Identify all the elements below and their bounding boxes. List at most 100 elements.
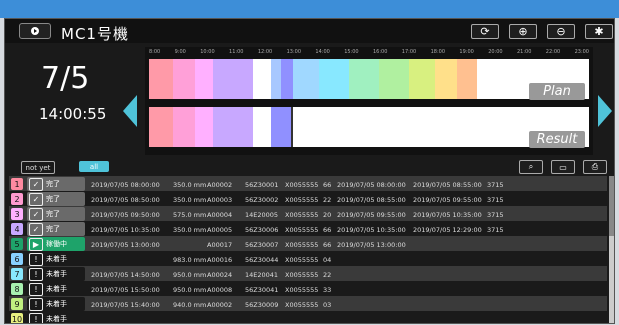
list-row[interactable]: 10! 未着手 <box>9 311 607 323</box>
cell-planned: 2019/07/05 09:50:00 <box>91 211 160 219</box>
status-badge[interactable]: ✓ 完了 <box>27 207 85 221</box>
cell-planned: 2019/07/05 08:50:00 <box>91 196 160 204</box>
zoom-out-button[interactable]: ⊖ <box>547 24 575 39</box>
cell-end: 2019/07/05 09:55:00 <box>413 196 482 204</box>
filter-all-button[interactable]: all <box>79 161 109 172</box>
tick-label: 18:00 <box>430 49 446 55</box>
search-button[interactable]: ⌕ <box>519 160 543 174</box>
status-label: 未着手 <box>46 300 67 308</box>
tick-label: 22:00 <box>545 49 561 55</box>
timeline-ticks: 8:00 9:00 10:00 11:00 12:00 13:00 14:00 15:00 16… <box>149 49 589 57</box>
tick-label: 16:00 <box>373 49 388 55</box>
cell-n: 66 <box>323 241 332 249</box>
status-badge[interactable]: ! 未着手 <box>27 267 85 281</box>
filter-not-yet-button[interactable]: not yet <box>21 161 55 174</box>
header: MC1号機 ⟳ ⊕ ⊖ ✱ <box>5 19 614 43</box>
scrollbar-thumb[interactable] <box>609 176 614 236</box>
status-badge[interactable]: ▶ 稼働中 <box>27 237 85 251</box>
status-label: 未着手 <box>46 285 67 293</box>
cell-planned: 2019/07/05 08:00:00 <box>91 181 160 189</box>
cell-n: 66 <box>323 181 332 189</box>
row-index: 2 <box>11 193 23 205</box>
status-label: 稼働中 <box>46 240 67 248</box>
cell-planned: 2019/07/05 10:35:00 <box>91 226 160 234</box>
zoom-in-button[interactable]: ⊕ <box>509 24 537 39</box>
cell-part: 56Z30007 <box>245 241 279 249</box>
status-badge[interactable]: ✓ 完了 <box>27 192 85 206</box>
cell-part: 56Z30006 <box>245 226 279 234</box>
gear-icon: ✱ <box>594 25 604 38</box>
cell-qty: 350.0 mm <box>173 196 207 204</box>
cell-code: A00008 <box>207 286 233 294</box>
play-circle-icon <box>31 27 39 35</box>
tick-label: 14:00 <box>315 49 330 55</box>
cell-start: 2019/07/05 08:55:00 <box>337 196 406 204</box>
cell-qty: 950.0 mm <box>173 286 207 294</box>
cell-part: 56Z30044 <box>245 256 279 264</box>
export-button[interactable]: ▭ <box>551 160 575 174</box>
refresh-button[interactable]: ⟳ <box>471 24 499 39</box>
status-badge[interactable]: ✓ 完了 <box>27 177 85 191</box>
status-badge[interactable]: ! 未着手 <box>27 252 85 266</box>
status-label: 未着手 <box>46 315 67 323</box>
alert-icon: ! <box>29 297 43 311</box>
cell-end: 2019/07/05 12:29:00 <box>413 226 482 234</box>
check-icon: ✓ <box>29 192 43 206</box>
check-icon: ✓ <box>29 177 43 191</box>
next-day-arrow-icon[interactable] <box>598 95 612 127</box>
cell-start: 2019/07/05 13:00:00 <box>337 241 406 249</box>
alert-icon: ! <box>29 312 43 323</box>
row-index: 9 <box>11 298 23 310</box>
cell-code: A00002 <box>207 181 233 189</box>
status-label: 完了 <box>46 195 60 203</box>
cell-mat: X0055555 <box>285 286 319 294</box>
cell-n: 22 <box>323 271 332 279</box>
play-icon: ▶ <box>29 237 43 251</box>
cell-mat: X0055555 <box>285 301 319 309</box>
plus-circle-icon: ⊕ <box>518 25 528 38</box>
search-icon: ⌕ <box>528 162 534 171</box>
cell-qty: 950.0 mm <box>173 271 207 279</box>
cell-mat: X0055555 <box>285 226 319 234</box>
row-index: 7 <box>11 268 23 280</box>
status-badge[interactable]: ! 未着手 <box>27 312 85 323</box>
result-track <box>149 107 589 147</box>
cell-part: 56Z30041 <box>245 286 279 294</box>
title-bar <box>0 0 619 18</box>
status-label: 完了 <box>46 210 60 218</box>
status-label: 未着手 <box>46 270 67 278</box>
alert-icon: ! <box>29 282 43 296</box>
current-date: 7/5 <box>41 61 90 96</box>
cell-sec: 3715 <box>487 226 504 234</box>
job-list: 1 ✓ 完了 2019/07/05 08:00:00 350.0 mm A00002 56Z… <box>9 176 607 323</box>
status-badge[interactable]: ✓ 完了 <box>27 222 85 236</box>
prev-day-arrow-icon[interactable] <box>123 95 137 127</box>
status-badge[interactable]: ! 未着手 <box>27 282 85 296</box>
tick-label: 8:00 <box>149 49 161 55</box>
check-icon: ✓ <box>29 207 43 221</box>
menu-button[interactable] <box>19 23 51 39</box>
status-label: 完了 <box>46 225 60 233</box>
cell-end: 2019/07/05 10:35:00 <box>413 211 482 219</box>
cell-qty: 350.0 mm <box>173 226 207 234</box>
cell-code: A00024 <box>207 271 233 279</box>
cell-n: 33 <box>323 286 332 294</box>
cell-qty: 983.0 mm <box>173 256 207 264</box>
print-button[interactable]: ⎙ <box>583 160 607 174</box>
minus-circle-icon: ⊖ <box>556 25 566 38</box>
cell-qty: 350.0 mm <box>173 181 207 189</box>
cell-n: 22 <box>323 196 332 204</box>
cell-n: 03 <box>323 301 332 309</box>
tick-label: 9:00 <box>174 49 186 55</box>
row-index: 1 <box>11 178 23 190</box>
cell-planned: 2019/07/05 14:50:00 <box>91 271 160 279</box>
cell-code: A00017 <box>207 241 233 249</box>
cell-part: 56Z30001 <box>245 181 279 189</box>
timeline-panel: 8:00 9:00 10:00 11:00 12:00 13:00 14:00 15:00 16… <box>145 47 593 155</box>
settings-button[interactable]: ✱ <box>585 24 613 39</box>
status-badge[interactable]: ! 未着手 <box>27 297 85 311</box>
printer-icon: ⎙ <box>591 162 599 171</box>
list-scrollbar[interactable] <box>609 176 614 323</box>
tick-label: 17:00 <box>401 49 417 55</box>
tick-label: 21:00 <box>516 49 532 55</box>
